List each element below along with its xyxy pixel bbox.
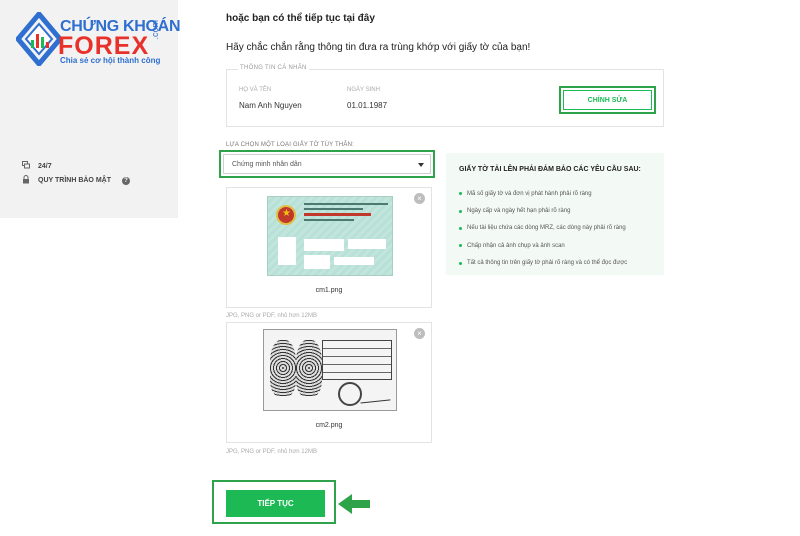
- sidebar-item-label: QUY TRÌNH BẢO MẬT: [38, 177, 111, 184]
- continue-button[interactable]: TIẾP TỤC: [226, 490, 325, 517]
- id-card-back-image: [263, 329, 397, 411]
- id-type-select[interactable]: Chứng minh nhân dân: [223, 154, 431, 174]
- remove-file-icon[interactable]: ×: [414, 328, 425, 339]
- requirements-list: Mã số giấy tờ và đơn vị phát hành phải r…: [459, 185, 659, 272]
- upload-card-back[interactable]: × cm2.png: [226, 322, 432, 443]
- upload-hint-back: JPG, PNG or PDF, nhỏ hơn 12MB: [226, 449, 317, 455]
- logo-diamond-icon: [16, 12, 62, 66]
- upload-card-front[interactable]: × cm1.png: [226, 187, 432, 308]
- page-subheading: Hãy chắc chắn rằng thông tin đưa ra trùn…: [226, 42, 531, 53]
- file-name-back: cm2.png: [315, 422, 343, 429]
- brand-domain-text: .com: [150, 20, 160, 40]
- list-item: Ngày cấp và ngày hết hạn phải rõ ràng: [459, 202, 659, 219]
- chat-icon: [22, 161, 30, 171]
- edit-button[interactable]: CHỈNH SỬA: [563, 90, 652, 110]
- list-item: Chấp nhận cả ảnh chụp và ảnh scan: [459, 237, 659, 254]
- personal-info-card: THÔNG TIN CÁ NHÂN HỌ VÀ TÊN Nam Anh Nguy…: [226, 65, 664, 127]
- lock-icon: [22, 175, 30, 186]
- remove-file-icon[interactable]: ×: [414, 193, 425, 204]
- name-label: HỌ VÀ TÊN: [239, 87, 272, 93]
- requirements-title: GIẤY TỜ TẢI LÊN PHẢI ĐẢM BẢO CÁC YÊU CẦU…: [459, 166, 641, 173]
- sidebar: CHỨNG KHOÁN FOREX .com Chia sẻ cơ hội th…: [0, 0, 181, 218]
- sidebar-item-label: 24/7: [38, 162, 52, 170]
- id-type-label: LỰA CHỌN MỘT LOẠI GIẤY TỜ TÙY THÂN:: [226, 142, 354, 148]
- dob-value: 01.01.1987: [347, 101, 388, 110]
- list-item: Mã số giấy tờ và đơn vị phát hành phải r…: [459, 185, 659, 202]
- arrow-left-icon: [338, 494, 370, 514]
- page-heading: hoặc bạn có thể tiếp tục tại đây: [226, 13, 375, 24]
- brand-logo[interactable]: CHỨNG KHOÁN FOREX .com Chia sẻ cơ hội th…: [12, 10, 181, 70]
- personal-info-title: THÔNG TIN CÁ NHÂN: [238, 65, 309, 71]
- list-item: Tất cả thông tin trên giấy tờ phải rõ rà…: [459, 255, 659, 272]
- id-type-selected: Chứng minh nhân dân: [232, 160, 302, 168]
- sidebar-item-support[interactable]: 24/7: [22, 161, 52, 171]
- help-icon[interactable]: ?: [121, 176, 130, 185]
- name-value: Nam Anh Nguyen: [239, 101, 302, 110]
- brand-tagline: Chia sẻ cơ hội thành công: [60, 56, 161, 65]
- requirements-panel: GIẤY TỜ TẢI LÊN PHẢI ĐẢM BẢO CÁC YÊU CẦU…: [446, 153, 664, 275]
- list-item: Nếu tài liệu chứa các dòng MRZ, các dòng…: [459, 220, 659, 237]
- id-card-front-image: [267, 196, 393, 276]
- chevron-down-icon: [418, 163, 424, 167]
- upload-hint-front: JPG, PNG or PDF, nhỏ hơn 12MB: [226, 313, 317, 319]
- file-name-front: cm1.png: [315, 287, 343, 294]
- dob-label: NGÀY SINH: [347, 87, 380, 93]
- sidebar-item-security[interactable]: QUY TRÌNH BẢO MẬT ?: [22, 175, 130, 186]
